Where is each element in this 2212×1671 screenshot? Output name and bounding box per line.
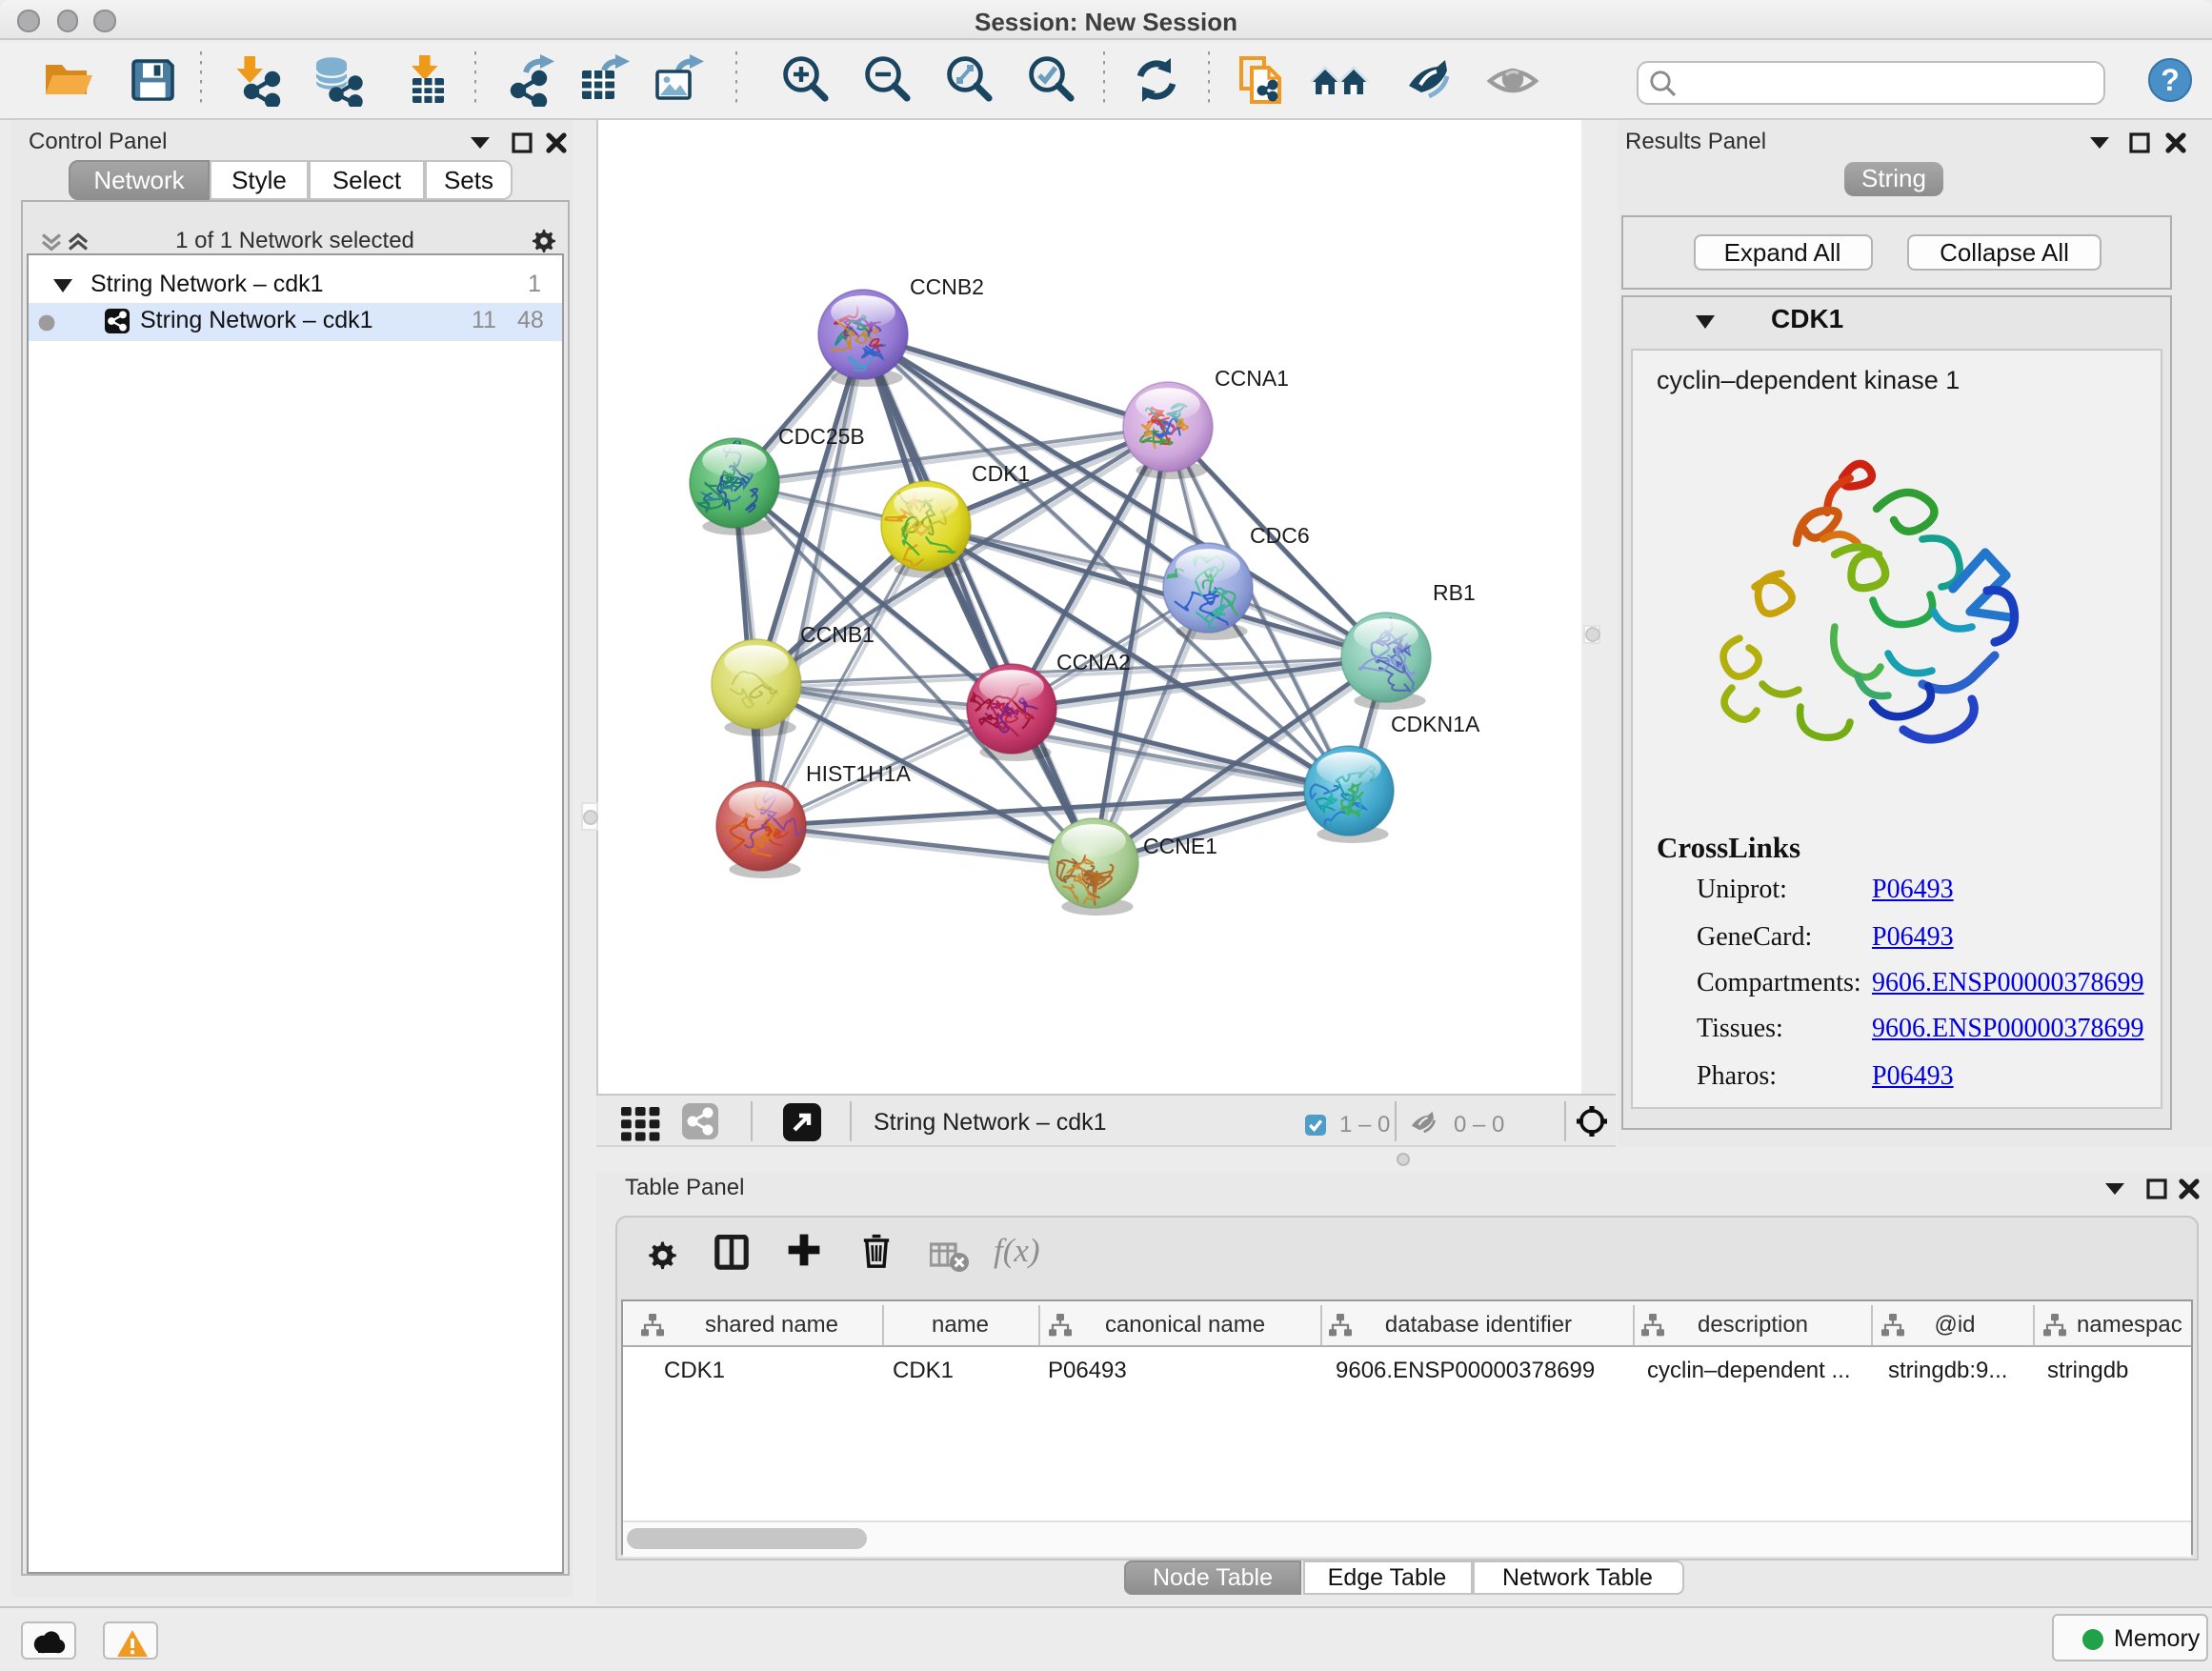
svg-text:CCNA1: CCNA1 [1215,366,1289,391]
svg-text:CDC25B: CDC25B [778,424,865,449]
svg-text:RB1: RB1 [1433,580,1476,605]
svg-text:CCNE1: CCNE1 [1143,834,1217,858]
svg-text:CCNB1: CCNB1 [800,622,875,647]
svg-text:CDC6: CDC6 [1250,523,1310,548]
svg-text:HIST1H1A: HIST1H1A [806,761,912,786]
svg-text:CDK1: CDK1 [972,461,1030,486]
svg-text:CCNB2: CCNB2 [910,274,984,299]
svg-text:CCNA2: CCNA2 [1056,650,1131,674]
svg-text:CDKN1A: CDKN1A [1391,712,1480,736]
svg-text:?: ? [2160,62,2179,96]
